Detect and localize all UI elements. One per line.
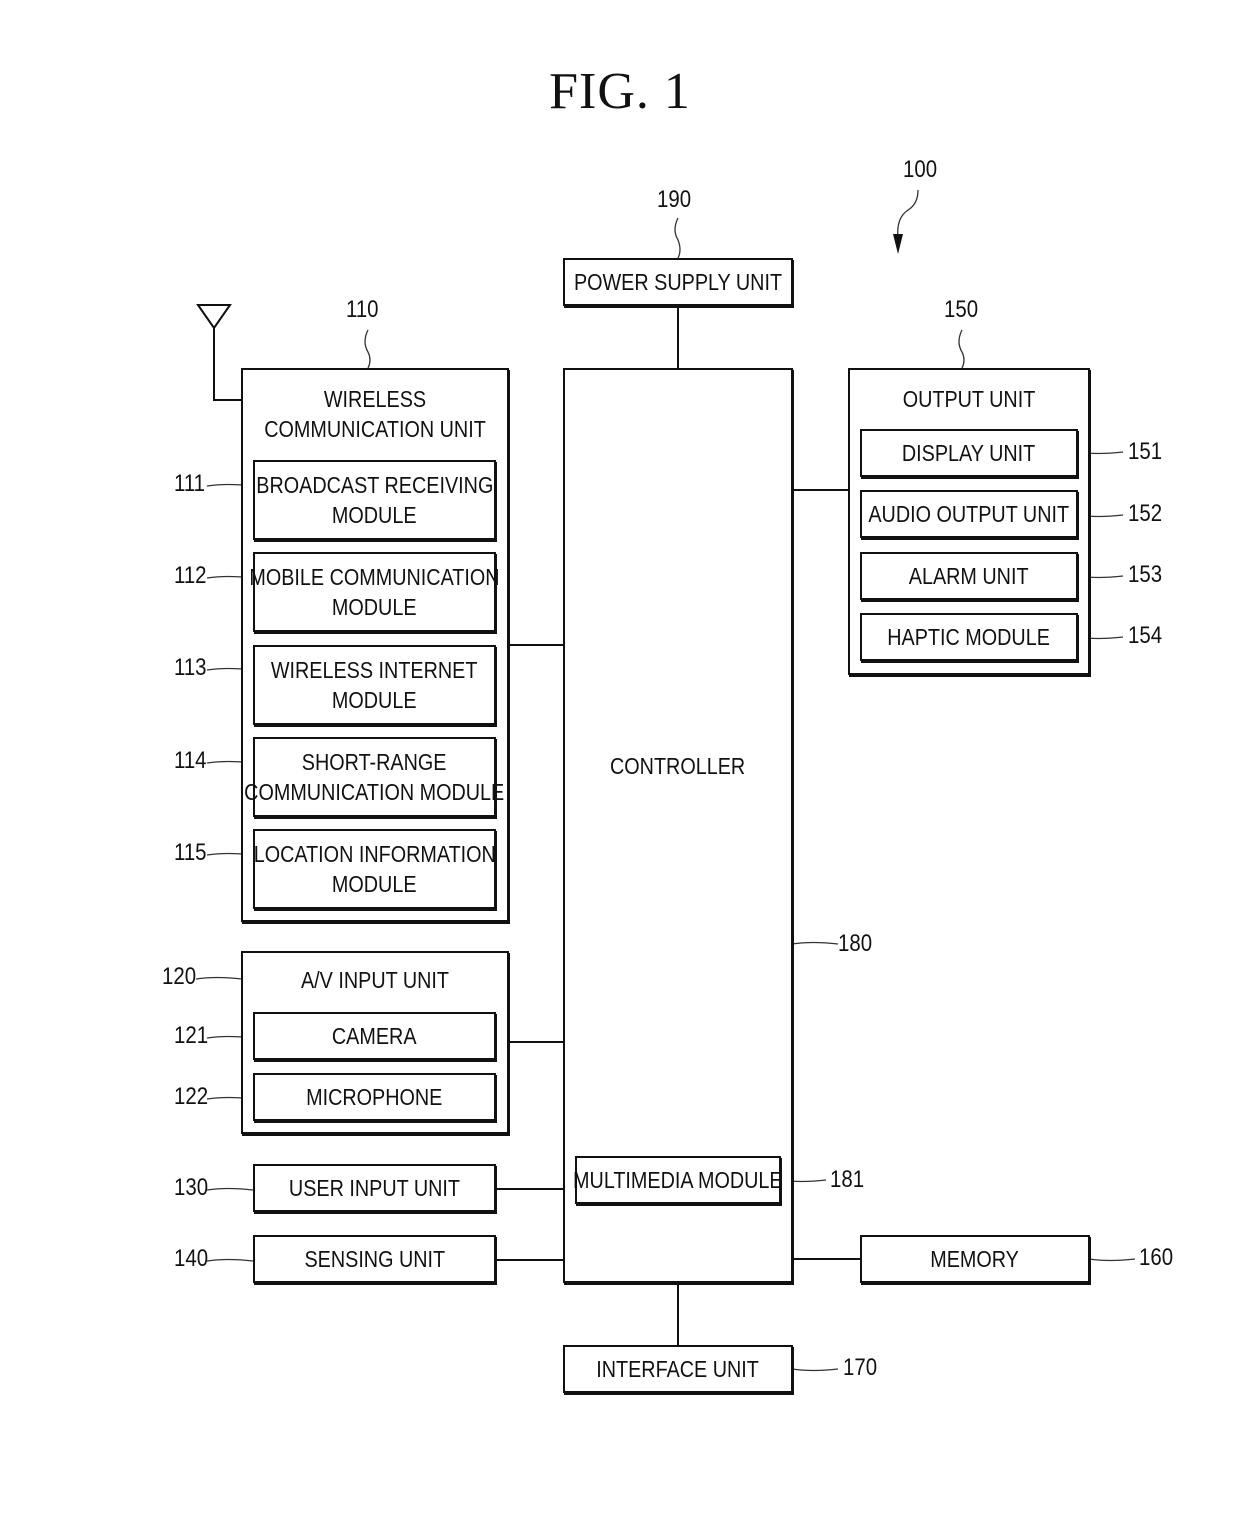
arrow-icon [893,234,903,254]
figure-title: FIG. 1 [549,63,691,120]
ref-190: 190 [657,186,692,213]
module-label: MODULE [332,687,417,713]
module-label: MODULE [332,871,417,897]
alarm-unit: ALARM UNIT [860,552,1078,600]
user-input-unit: USER INPUT UNIT [253,1164,496,1212]
av-input-label: A/V INPUT UNIT [300,967,450,993]
power-supply-label: POWER SUPPLY UNIT [573,269,783,295]
interface-label: INTERFACE UNIT [596,1356,760,1382]
wireless-internet-module: WIRELESS INTERNET MODULE [253,645,496,725]
audio-output-unit: AUDIO OUTPUT UNIT [860,490,1078,538]
module-label: MODULE [332,502,417,528]
output-unit-label: OUTPUT UNIT [902,386,1036,412]
ref-114: 114 [174,747,207,774]
ref-140: 140 [174,1245,209,1272]
microphone: MICROPHONE [253,1073,496,1121]
ref-121: 121 [174,1022,209,1049]
ref-112: 112 [174,562,207,589]
module-label: SHORT-RANGE [302,749,447,775]
haptic-module: HAPTIC MODULE [860,613,1078,661]
ref-100: 100 [903,156,938,183]
broadcast-receiving-module: BROADCAST RECEIVING MODULE [253,460,496,540]
sensing-unit: SENSING UNIT [253,1235,496,1283]
camera-label: CAMERA [332,1023,417,1049]
module-label: WIRELESS INTERNET [271,657,478,683]
ref-154: 154 [1128,622,1163,649]
multimedia-label: MULTIMEDIA MODULE [573,1167,783,1193]
ref-115: 115 [174,839,207,866]
power-supply-unit: POWER SUPPLY UNIT [563,258,793,306]
microphone-label: MICROPHONE [306,1084,443,1110]
display-unit: DISPLAY UNIT [860,429,1078,477]
ref-110: 110 [346,296,379,323]
interface-unit: INTERFACE UNIT [563,1345,793,1393]
short-range-communication-module: SHORT-RANGE COMMUNICATION MODULE [244,737,505,817]
multimedia-module: MULTIMEDIA MODULE [573,1156,783,1204]
controller: CONTROLLER [563,368,793,1283]
ref-122: 122 [174,1083,209,1110]
audio-label: AUDIO OUTPUT UNIT [868,501,1070,527]
display-label: DISPLAY UNIT [902,440,1036,466]
ref-150: 150 [944,296,979,323]
memory-label: MEMORY [930,1246,1020,1272]
antenna-icon [196,304,242,401]
controller-label: CONTROLLER [610,752,746,779]
ref-151: 151 [1128,438,1163,465]
module-label: COMMUNICATION MODULE [244,779,505,805]
ref-152: 152 [1128,500,1163,527]
user-input-label: USER INPUT UNIT [288,1175,461,1201]
sensing-label: SENSING UNIT [304,1246,445,1272]
mobile-communication-module: MOBILE COMMUNICATION MODULE [249,552,500,632]
module-label: LOCATION INFORMATION [253,841,496,867]
module-label: MODULE [332,594,417,620]
ref-180: 180 [838,930,873,957]
alarm-label: ALARM UNIT [909,563,1029,589]
ref-181: 181 [830,1166,865,1193]
module-label: MOBILE COMMUNICATION [249,564,500,590]
haptic-label: HAPTIC MODULE [887,624,1051,650]
location-information-module: LOCATION INFORMATION MODULE [253,829,496,909]
ref-120: 120 [162,963,197,990]
ref-113: 113 [174,654,207,681]
ref-160: 160 [1139,1244,1174,1271]
wireless-label-1: WIRELESS [323,386,427,412]
camera: CAMERA [253,1012,496,1060]
memory: MEMORY [860,1235,1090,1283]
module-label: BROADCAST RECEIVING [255,472,494,498]
ref-170: 170 [843,1354,878,1381]
ref-111: 111 [174,470,206,497]
ref-130: 130 [174,1174,209,1201]
ref-153: 153 [1128,561,1163,588]
wireless-label-2: COMMUNICATION UNIT [264,416,486,442]
